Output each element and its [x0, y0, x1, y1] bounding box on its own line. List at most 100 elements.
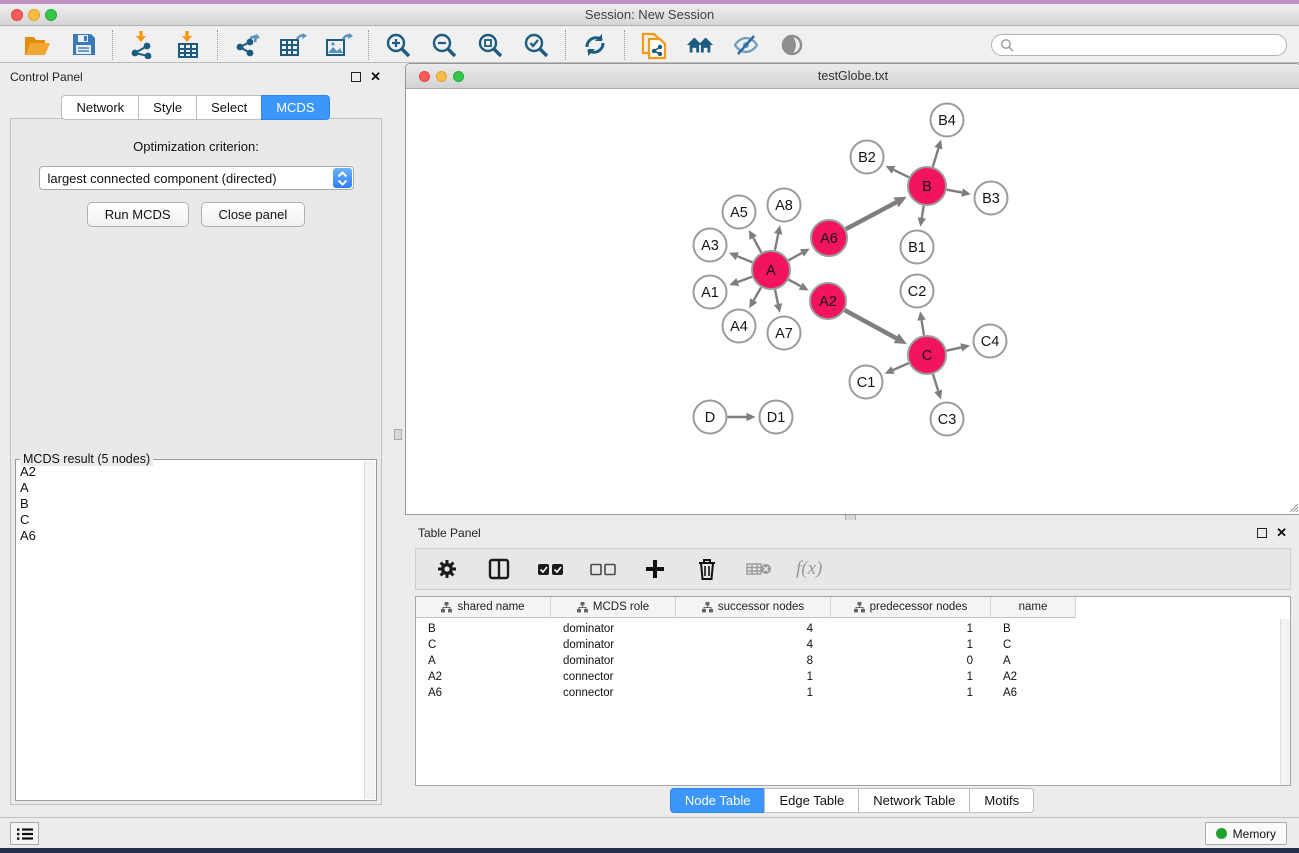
mcds-result-item[interactable]: A: [20, 480, 362, 496]
import-table-icon[interactable]: [173, 30, 203, 60]
graph-edge-C-C4[interactable]: [947, 347, 962, 350]
search-icon: [1000, 38, 1014, 52]
show-all-icon[interactable]: [777, 30, 807, 60]
vertical-splitter[interactable]: [391, 63, 405, 817]
graph-edge-arrowhead: [917, 311, 925, 321]
delete-column-icon[interactable]: [692, 554, 722, 584]
table-row[interactable]: B dominator 4 1 B: [416, 621, 1290, 637]
tab-node-table[interactable]: Node Table: [670, 788, 765, 813]
network-graph[interactable]: B4B2BB3A8A5A6A3B1AA1C2A2A4A7C4CC1C3DD1: [406, 89, 1299, 514]
graph-node-label-B4: B4: [938, 113, 956, 129]
column-header-mcds-role[interactable]: MCDS role: [551, 597, 676, 618]
graph-edge-A-A8[interactable]: [775, 234, 778, 250]
graph-edge-C-C3[interactable]: [933, 374, 938, 391]
graph-edge-A2-C[interactable]: [845, 310, 897, 338]
criterion-select[interactable]: largest connected component (directed): [39, 166, 354, 190]
close-panel-icon[interactable]: ✕: [370, 72, 381, 82]
network-zoom-button[interactable]: [453, 71, 464, 82]
table-float-panel-icon[interactable]: [1257, 528, 1267, 538]
table-row[interactable]: A dominator 8 0 A: [416, 653, 1290, 669]
minimize-window-button[interactable]: [28, 9, 40, 21]
mcds-result-item[interactable]: A2: [20, 464, 362, 480]
graph-edge-A-A3[interactable]: [737, 256, 752, 262]
hide-selected-icon[interactable]: [731, 30, 761, 60]
graph-edge-A6-B[interactable]: [846, 202, 896, 229]
mcds-result-item[interactable]: B: [20, 496, 362, 512]
graph-edge-B-B3[interactable]: [947, 190, 962, 193]
save-session-icon[interactable]: [68, 30, 98, 60]
graph-edge-C-C1[interactable]: [893, 363, 909, 370]
table-row[interactable]: A2 connector 1 1 A2: [416, 669, 1290, 685]
network-minimize-button[interactable]: [436, 71, 447, 82]
mcds-result-item[interactable]: C: [20, 512, 362, 528]
delete-table-icon[interactable]: [744, 554, 774, 584]
first-neighbors-icon[interactable]: [685, 30, 715, 60]
graph-edge-B-B2[interactable]: [894, 170, 909, 177]
close-window-button[interactable]: [11, 9, 23, 21]
open-file-icon[interactable]: [22, 30, 52, 60]
column-header-name[interactable]: name: [991, 597, 1076, 618]
zoom-fit-icon[interactable]: [475, 30, 505, 60]
desktop-wallpaper-bottom: [0, 848, 1299, 853]
show-panels-button[interactable]: [10, 822, 39, 845]
tab-edge-table[interactable]: Edge Table: [764, 788, 858, 813]
mcds-result-item[interactable]: A6: [20, 528, 362, 544]
graph-node-label-C2: C2: [908, 284, 927, 300]
zoom-in-icon[interactable]: [383, 30, 413, 60]
export-image-icon[interactable]: [324, 30, 354, 60]
tab-style[interactable]: Style: [138, 95, 196, 120]
graph-edge-arrowhead: [934, 390, 942, 400]
search-input[interactable]: [1018, 38, 1278, 52]
settings-gear-icon[interactable]: [432, 554, 462, 584]
result-scrollbar[interactable]: [364, 461, 375, 799]
vertical-splitter-handle[interactable]: [394, 429, 402, 440]
tab-network-table[interactable]: Network Table: [858, 788, 969, 813]
table-close-panel-icon[interactable]: ✕: [1276, 528, 1287, 538]
tab-mcds[interactable]: MCDS: [261, 95, 329, 120]
import-network-icon[interactable]: [127, 30, 157, 60]
function-builder-icon[interactable]: f(x): [796, 558, 822, 580]
graph-edge-A-A7[interactable]: [775, 290, 778, 305]
export-network-icon[interactable]: [232, 30, 262, 60]
zoom-out-icon[interactable]: [429, 30, 459, 60]
network-canvas[interactable]: B4B2BB3A8A5A6A3B1AA1C2A2A4A7C4CC1C3DD1: [406, 89, 1299, 514]
zoom-window-button[interactable]: [45, 9, 57, 21]
memory-button[interactable]: Memory: [1205, 822, 1287, 845]
tab-network[interactable]: Network: [61, 95, 138, 120]
graph-edge-A-A6[interactable]: [789, 253, 802, 260]
network-window-titlebar[interactable]: testGlobe.txt: [406, 64, 1299, 89]
node-table[interactable]: shared name MCDS role successor nodes pr…: [415, 596, 1291, 786]
application-window: Session: New Session: [0, 0, 1299, 853]
network-close-button[interactable]: [419, 71, 430, 82]
select-all-checkboxes-icon[interactable]: [536, 554, 566, 584]
float-panel-icon[interactable]: [351, 72, 361, 82]
table-scrollbar[interactable]: [1280, 619, 1290, 785]
graph-edge-B-B1[interactable]: [922, 206, 924, 218]
graph-edge-A-A2[interactable]: [789, 280, 801, 287]
column-header-successor-nodes[interactable]: successor nodes: [676, 597, 831, 618]
graph-edge-A-A4[interactable]: [754, 287, 761, 300]
graph-edge-B-B4[interactable]: [933, 148, 939, 167]
graph-edge-C-C2[interactable]: [922, 320, 924, 335]
resize-grip-icon[interactable]: [1286, 500, 1299, 513]
column-header-shared-name[interactable]: shared name: [416, 597, 551, 618]
export-table-icon[interactable]: [278, 30, 308, 60]
tab-motifs[interactable]: Motifs: [969, 788, 1034, 813]
column-header-predecessor-nodes[interactable]: predecessor nodes: [831, 597, 991, 618]
zoom-selected-icon[interactable]: [521, 30, 551, 60]
graph-edge-A-A5[interactable]: [753, 238, 761, 253]
tab-select[interactable]: Select: [196, 95, 261, 120]
search-box[interactable]: [991, 34, 1287, 56]
close-panel-button[interactable]: Close panel: [201, 202, 306, 227]
deselect-all-checkboxes-icon[interactable]: [588, 554, 618, 584]
add-column-icon[interactable]: [640, 554, 670, 584]
run-mcds-button[interactable]: Run MCDS: [87, 202, 189, 227]
mcds-result-list[interactable]: A2 A B C A6: [20, 464, 362, 798]
split-columns-icon[interactable]: [484, 554, 514, 584]
copy-network-icon[interactable]: [639, 30, 669, 60]
graph-edge-A-A1[interactable]: [738, 277, 752, 282]
table-row[interactable]: C dominator 4 1 C: [416, 637, 1290, 653]
column-type-icon: [854, 602, 865, 613]
table-row[interactable]: A6 connector 1 1 A6: [416, 685, 1290, 701]
refresh-view-icon[interactable]: [580, 30, 610, 60]
